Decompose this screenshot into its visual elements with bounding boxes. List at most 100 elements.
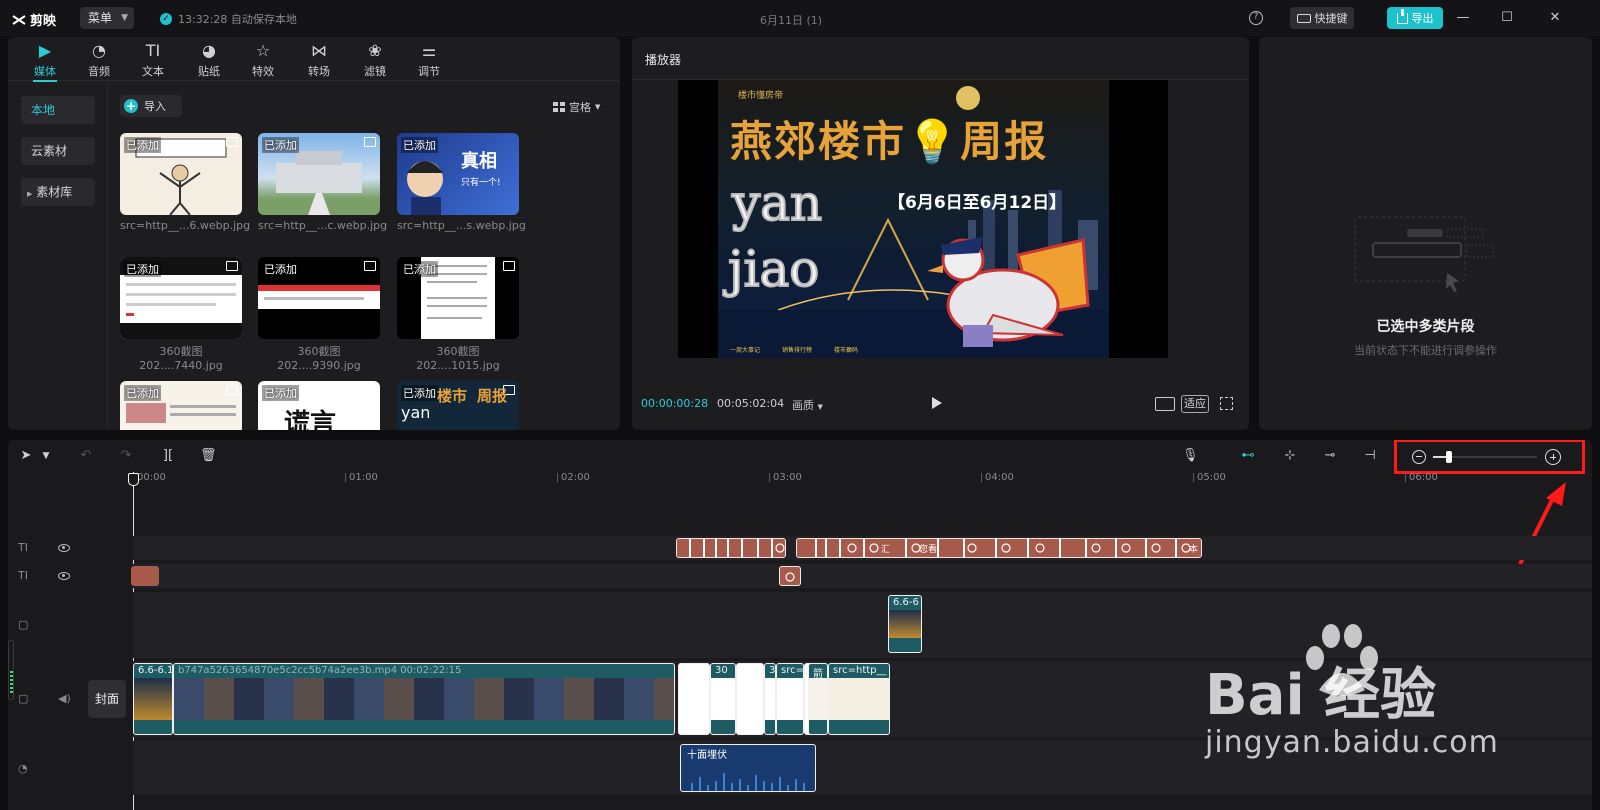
tab-audio[interactable]: ◔ 音频	[79, 41, 119, 79]
tab-media[interactable]: ▶ 媒体	[25, 41, 65, 82]
maximize-icon[interactable]: ☐	[1498, 9, 1516, 27]
media-thumb[interactable]: 已添加	[258, 257, 380, 339]
media-thumb[interactable]: 已添加 楼市 周报 yan	[397, 381, 519, 430]
audio-track-icon: ◔	[18, 762, 28, 775]
main-video-clip[interactable]: 6.6-6.1	[133, 663, 173, 735]
eye-icon[interactable]	[58, 572, 70, 580]
media-thumb[interactable]: 已添加	[258, 133, 380, 215]
video-brand-text: 楼市懂房帝	[738, 91, 784, 101]
tab-filter[interactable]: ❀ 滤镜	[355, 41, 395, 79]
zoom-slider-knob[interactable]	[1445, 451, 1452, 463]
added-badge: 已添加	[262, 137, 299, 153]
import-button[interactable]: + 导入	[120, 95, 182, 117]
clip-label: src=	[781, 665, 804, 676]
added-badge: 已添加	[262, 385, 299, 401]
preview-axis-icon[interactable]: ⊣	[1362, 448, 1378, 464]
tab-sticker[interactable]: ◕ 贴纸	[189, 41, 229, 79]
help-icon[interactable]: ?	[1249, 11, 1263, 25]
grid-icon	[553, 102, 565, 112]
media-thumb[interactable]: 已添加 真相 只有一个!	[397, 133, 519, 215]
media-thumb[interactable]: 已添加	[120, 133, 242, 215]
text-clip[interactable]	[131, 566, 159, 586]
play-icon[interactable]	[932, 397, 942, 409]
tab-adjust[interactable]: ⚌ 调节	[409, 41, 449, 79]
cover-button[interactable]: 封面	[88, 680, 126, 718]
image-icon	[503, 261, 515, 271]
playhead-handle[interactable]	[128, 473, 139, 486]
ruler-label: 05:00	[1197, 472, 1226, 483]
tab-effects[interactable]: ☆ 特效	[243, 41, 283, 79]
undo-icon[interactable]: ↶	[78, 448, 94, 464]
magnet-link-icon[interactable]: ⊷	[1240, 448, 1256, 464]
zoom-in-icon[interactable]	[1545, 449, 1561, 465]
media-thumb[interactable]: 已添加	[397, 257, 519, 339]
main-video-clip[interactable]: src=http__	[828, 663, 890, 735]
quality-dropdown[interactable]: 画质 ▼	[792, 397, 823, 413]
clip-thumbnail-strip	[809, 678, 827, 720]
side-item-cloud[interactable]: 云素材	[21, 137, 95, 165]
main-video-clip[interactable]	[736, 663, 764, 735]
clip-label: 3	[769, 665, 776, 676]
main-video-clip[interactable]: src=	[776, 663, 804, 735]
media-thumb[interactable]: 已添加	[120, 257, 242, 339]
select-cursor-icon[interactable]: ➤	[18, 448, 34, 464]
tab-transition[interactable]: ⋈ 转场	[299, 41, 339, 79]
adjust-icon: ⚌	[421, 41, 437, 60]
media-thumb[interactable]: 已添加	[120, 381, 242, 430]
close-icon[interactable]: ✕	[1546, 9, 1564, 27]
minimize-icon[interactable]: —	[1454, 9, 1472, 27]
main-video-clip[interactable]: 箭	[808, 663, 828, 735]
multi-select-illustration	[1354, 216, 1494, 292]
added-badge: 已添加	[401, 261, 438, 277]
speaker-icon[interactable]: ◀)	[58, 692, 71, 705]
fit-button[interactable]: 适应	[1181, 395, 1209, 413]
clip-label: 十面埋伏	[687, 750, 727, 761]
tab-label: 媒体	[34, 65, 56, 78]
player-title: 播放器	[645, 53, 682, 67]
timecode-current: 00:00:00:28	[641, 397, 709, 410]
microphone-icon[interactable]: 🎙	[1182, 448, 1199, 464]
redo-icon[interactable]: ↷	[118, 448, 134, 464]
menu-button[interactable]: 菜单 ▼	[80, 7, 134, 29]
timer-icon	[785, 572, 795, 582]
image-icon	[364, 261, 376, 271]
app-name: 剪映	[30, 14, 57, 29]
main-video-clip-selected[interactable]: b747a5263654870e5c2cc5b74a2ee3b.mp4 00:0…	[173, 663, 675, 735]
export-button[interactable]: 导出	[1387, 7, 1443, 29]
main-video-clip[interactable]: 30	[710, 663, 736, 735]
autosave-text: 13:32:28 自动保存本地	[178, 13, 297, 26]
text-clip[interactable]	[779, 566, 801, 586]
tab-text[interactable]: TI 文本	[133, 41, 173, 79]
audio-clip[interactable]: 十面埋伏	[680, 744, 816, 792]
fullscreen-icon[interactable]	[1220, 397, 1233, 410]
thumb-caption: yan	[401, 403, 431, 422]
tab-label: 音频	[88, 65, 110, 78]
main-video-clip[interactable]: 3	[764, 663, 776, 735]
eye-icon[interactable]	[58, 544, 70, 552]
video-word-yan: yan	[731, 173, 823, 233]
ruler-tick	[981, 473, 982, 482]
main-video-clip[interactable]	[678, 663, 710, 735]
link-icon[interactable]: ⊸	[1322, 448, 1338, 464]
zoom-out-icon[interactable]	[1412, 450, 1426, 464]
player-panel: 播放器 楼市懂房帝 燕郊楼市💡周报 yan jiao 【6月6日至6月12日】	[632, 37, 1249, 430]
split-icon[interactable]: ][	[160, 448, 176, 464]
zoom-slider[interactable]	[1433, 451, 1537, 463]
side-item-local[interactable]: 本地	[21, 96, 95, 124]
properties-title: 已选中多类片段	[1376, 319, 1475, 335]
waveform-icon[interactable]	[1155, 397, 1175, 411]
side-item-library[interactable]: ▶ 素材库	[21, 178, 95, 206]
shortcut-label: 快捷键	[1314, 12, 1348, 25]
shortcut-button[interactable]: 快捷键	[1290, 7, 1354, 29]
caret-down-icon: ▼	[817, 403, 823, 411]
chevron-down-icon[interactable]: ▼	[38, 448, 54, 464]
snap-icon[interactable]: ⊹	[1282, 448, 1298, 464]
time-ruler[interactable]: 00:00 01:00 02:00 03:00 04:00 05:00 06:00	[133, 472, 1592, 490]
video-preview[interactable]: 楼市懂房帝 燕郊楼市💡周报 yan jiao 【6月6日至6月12日】 一周大事…	[678, 80, 1168, 358]
overlay-video-clip[interactable]: 6.6-6	[888, 595, 922, 653]
clip-thumbnail-strip	[829, 678, 889, 720]
media-thumb[interactable]: 已添加 谎言	[258, 381, 380, 430]
media-filename: src=http__...c.webp.jpg	[258, 219, 388, 232]
delete-icon[interactable]: 🗑	[200, 448, 217, 464]
view-mode-dropdown[interactable]: 宫格 ▼	[553, 99, 600, 115]
